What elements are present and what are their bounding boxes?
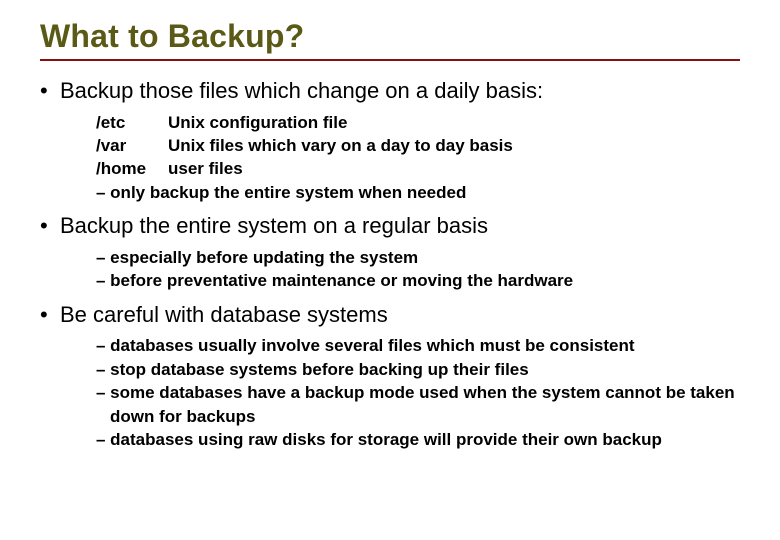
bullet-0-text: Backup those files which change on a dai… xyxy=(60,77,740,105)
bullet-2-sub-1: – stop database systems before backing u… xyxy=(96,358,740,381)
table-row: /home user files xyxy=(96,157,740,180)
dir-path-2: /home xyxy=(96,157,168,180)
bullet-1-text: Backup the entire system on a regular ba… xyxy=(60,212,740,240)
bullet-dot: • xyxy=(40,212,60,240)
dir-path-0: /etc xyxy=(96,111,168,134)
bullet-1-sub-0: – especially before updating the system xyxy=(96,246,740,269)
title-underline xyxy=(40,59,740,61)
dir-desc-2: user files xyxy=(168,157,740,180)
bullet-2: • Be careful with database systems xyxy=(40,301,740,329)
bullet-0: • Backup those files which change on a d… xyxy=(40,77,740,105)
bullet-1-sub-1: – before preventative maintenance or mov… xyxy=(96,269,740,292)
bullet-2-text: Be careful with database systems xyxy=(60,301,740,329)
page-title: What to Backup? xyxy=(40,18,740,55)
dir-desc-0: Unix configuration file xyxy=(168,111,740,134)
dir-desc-1: Unix files which vary on a day to day ba… xyxy=(168,134,740,157)
bullet-2-sub-3: – databases using raw disks for storage … xyxy=(96,428,740,451)
directory-table: /etc Unix configuration file /var Unix f… xyxy=(96,111,740,181)
bullet-2-sub-2: – some databases have a backup mode used… xyxy=(96,381,740,428)
table-row: /etc Unix configuration file xyxy=(96,111,740,134)
bullet-2-sub-0: – databases usually involve several file… xyxy=(96,334,740,357)
bullet-dot: • xyxy=(40,77,60,105)
table-row: /var Unix files which vary on a day to d… xyxy=(96,134,740,157)
bullet-1: • Backup the entire system on a regular … xyxy=(40,212,740,240)
slide: What to Backup? • Backup those files whi… xyxy=(0,0,780,540)
bullet-dot: • xyxy=(40,301,60,329)
dir-path-1: /var xyxy=(96,134,168,157)
bullet-0-sub-0: – only backup the entire system when nee… xyxy=(96,181,740,204)
